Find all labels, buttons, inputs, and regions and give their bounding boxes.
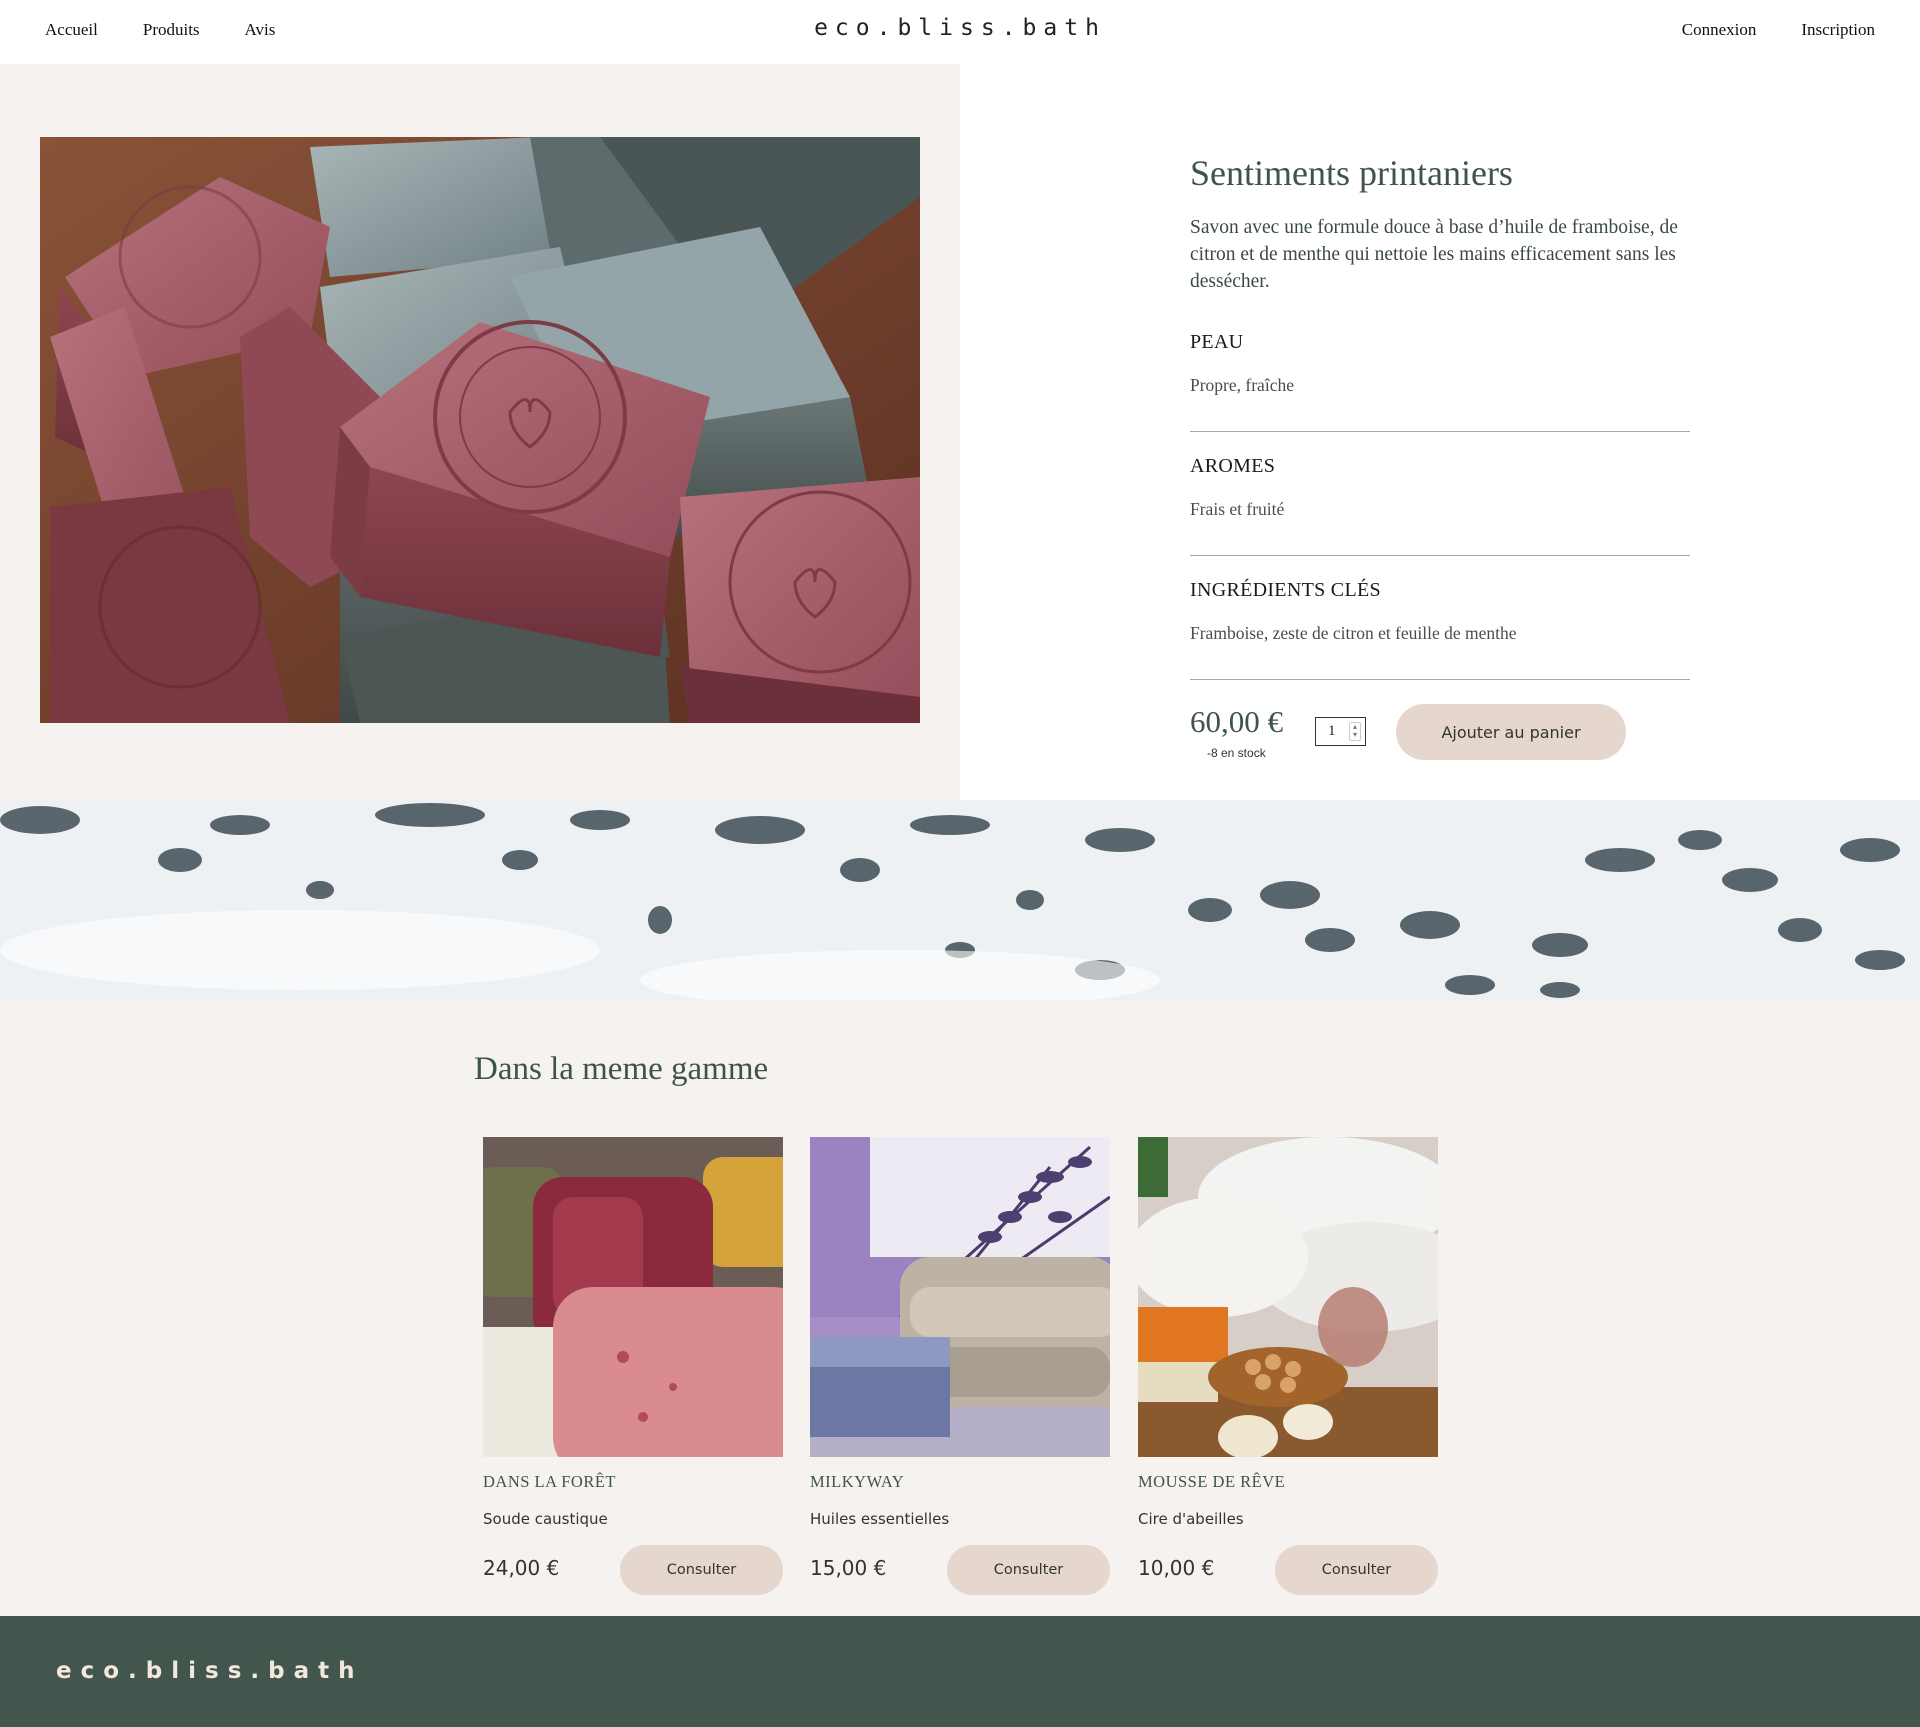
site-footer: eco.bliss.bath [0, 1616, 1920, 1727]
product-image-panel [0, 64, 960, 800]
product-title: Sentiments printaniers [1190, 153, 1513, 193]
product-description: Savon avec une formule douce à base d’hu… [1190, 217, 1678, 292]
spec-label: INGRÉDIENTS CLÉS [1190, 579, 1381, 601]
brand-logo[interactable]: eco.bliss.bath [0, 15, 1920, 41]
spa-towels-photo-icon [1138, 1137, 1438, 1457]
nav-link-connexion[interactable]: Connexion [1682, 20, 1757, 40]
card-image[interactable] [483, 1137, 783, 1457]
card-ingredient: Cire d'abeilles [1138, 1510, 1244, 1528]
card-image[interactable] [1138, 1137, 1438, 1457]
card-title[interactable]: MOUSSE DE RÊVE [1138, 1472, 1285, 1492]
related-title: Dans la meme gamme [474, 1051, 769, 1087]
soap-bars-photo-icon [40, 137, 920, 723]
card-image[interactable] [810, 1137, 1110, 1457]
spec-label: PEAU [1190, 331, 1244, 353]
spec-value: Frais et fruité [1190, 499, 1285, 519]
product-info-panel: Sentiments printaniers Savon avec une fo… [960, 64, 1920, 800]
consult-button[interactable]: Consulter [620, 1545, 783, 1595]
foam-texture-icon [0, 800, 1920, 1000]
footer-brand: eco.bliss.bath [56, 1658, 364, 1684]
product-card: DANS LA FORÊT Soude caustique 24,00 € Co… [483, 1137, 783, 1597]
spec-label: AROMES [1190, 455, 1276, 477]
stock-status: -8 en stock [1207, 746, 1266, 760]
product-card: MOUSSE DE RÊVE Cire d'abeilles 10,00 € C… [1138, 1137, 1438, 1597]
nav-link-inscription[interactable]: Inscription [1801, 20, 1875, 40]
card-title[interactable]: MILKYWAY [810, 1472, 904, 1492]
card-title[interactable]: DANS LA FORÊT [483, 1472, 616, 1492]
spec-value: Propre, fraîche [1190, 375, 1294, 395]
stepper-arrows-icon[interactable]: ▴ ▾ [1349, 722, 1361, 741]
card-price: 24,00 € [483, 1556, 560, 1580]
lavender-photo-icon [810, 1137, 1110, 1457]
site-header: Accueil Produits Avis eco.bliss.bath Con… [0, 0, 1920, 64]
add-to-cart-button[interactable]: Ajouter au panier [1396, 704, 1626, 760]
card-price: 10,00 € [1138, 1556, 1215, 1580]
spec-value: Framboise, zeste de citron et feuille de… [1190, 623, 1517, 643]
product-photo [40, 137, 920, 723]
account-nav: Connexion Inscription [1682, 20, 1875, 40]
consult-button[interactable]: Consulter [1275, 1545, 1438, 1595]
spec-peau: PEAU Propre, fraîche [1190, 331, 1690, 432]
quantity-value: 1 [1328, 723, 1336, 739]
spec-aromes: AROMES Frais et fruité [1190, 455, 1690, 556]
foam-banner [0, 800, 1920, 1000]
consult-button[interactable]: Consulter [947, 1545, 1110, 1595]
product-price: 60,00 € [1190, 704, 1283, 739]
spec-ingredients: INGRÉDIENTS CLÉS Framboise, zeste de cit… [1190, 579, 1690, 680]
card-price: 15,00 € [810, 1556, 887, 1580]
card-ingredient: Huiles essentielles [810, 1510, 950, 1528]
soaps-photo-icon [483, 1137, 783, 1457]
card-ingredient: Soude caustique [483, 1510, 608, 1528]
quantity-stepper[interactable]: 1 ▴ ▾ [1315, 717, 1366, 746]
product-card: MILKYWAY Huiles essentielles 15,00 € Con… [810, 1137, 1110, 1597]
related-products: Dans la meme gamme DANS LA FORÊT Soude c… [0, 1000, 1920, 1616]
